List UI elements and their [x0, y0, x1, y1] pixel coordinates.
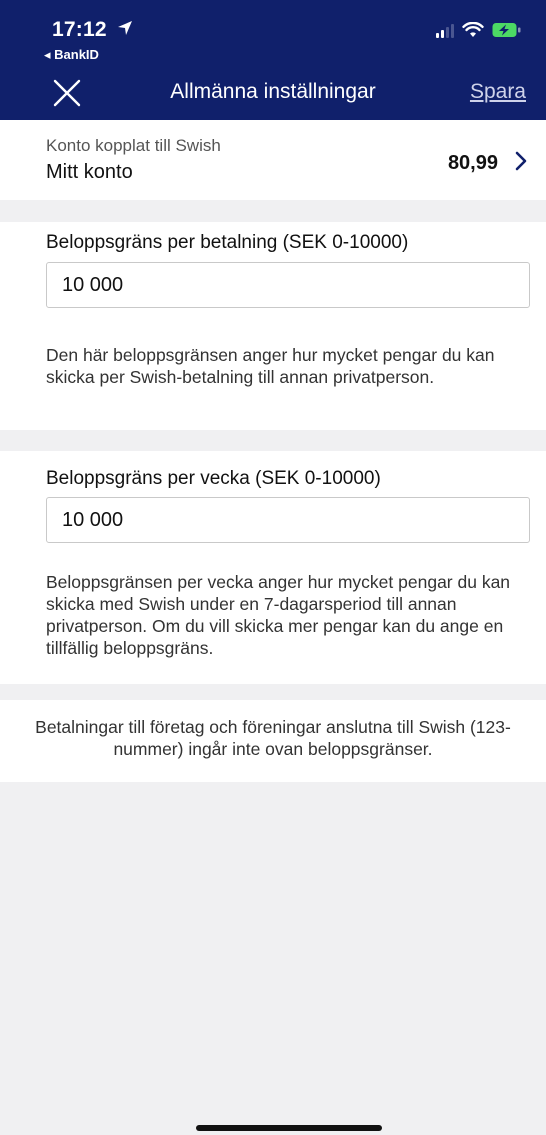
per-week-limit-input[interactable]: [46, 497, 530, 543]
linked-account-row[interactable]: Konto kopplat till Swish Mitt konto 80,9…: [0, 120, 546, 200]
per-payment-section: Beloppsgräns per betalning (SEK 0-10000)…: [0, 222, 546, 430]
account-balance: 80,99: [447, 152, 498, 174]
chevron-right-icon: [515, 151, 527, 171]
per-week-helper-text: Beloppsgränsen per vecka anger hur mycke…: [46, 572, 511, 658]
page-title: Allmänna inställningar: [170, 80, 376, 103]
status-icons: [436, 18, 522, 42]
per-payment-label: Beloppsgräns per betalning (SEK 0-10000): [46, 232, 409, 253]
location-arrow-icon: [117, 21, 132, 35]
per-week-label: Beloppsgräns per vecka (SEK 0-10000): [46, 468, 381, 489]
account-name: Mitt konto: [46, 161, 133, 183]
cellular-signal-icon: [436, 22, 454, 38]
top-header: 17:12 ◂ BankID Allmänna inställningar Sp…: [0, 0, 546, 120]
limits-footnote: Betalningar till företag och föreningar …: [0, 700, 546, 782]
account-label: Konto kopplat till Swish: [46, 136, 221, 155]
per-payment-limit-input[interactable]: [46, 262, 530, 308]
status-time-text: 17:12: [52, 18, 107, 41]
back-to-app-link[interactable]: ◂ BankID: [44, 47, 99, 63]
wifi-icon: [462, 22, 484, 37]
save-button[interactable]: Spara: [470, 80, 526, 104]
per-payment-helper-text: Den här beloppsgränsen anger hur mycket …: [46, 345, 495, 387]
home-indicator: [196, 1125, 382, 1131]
status-time: 17:12: [52, 18, 133, 42]
per-week-section: Beloppsgräns per vecka (SEK 0-10000) Bel…: [0, 451, 546, 684]
battery-charging-icon: [492, 23, 521, 37]
